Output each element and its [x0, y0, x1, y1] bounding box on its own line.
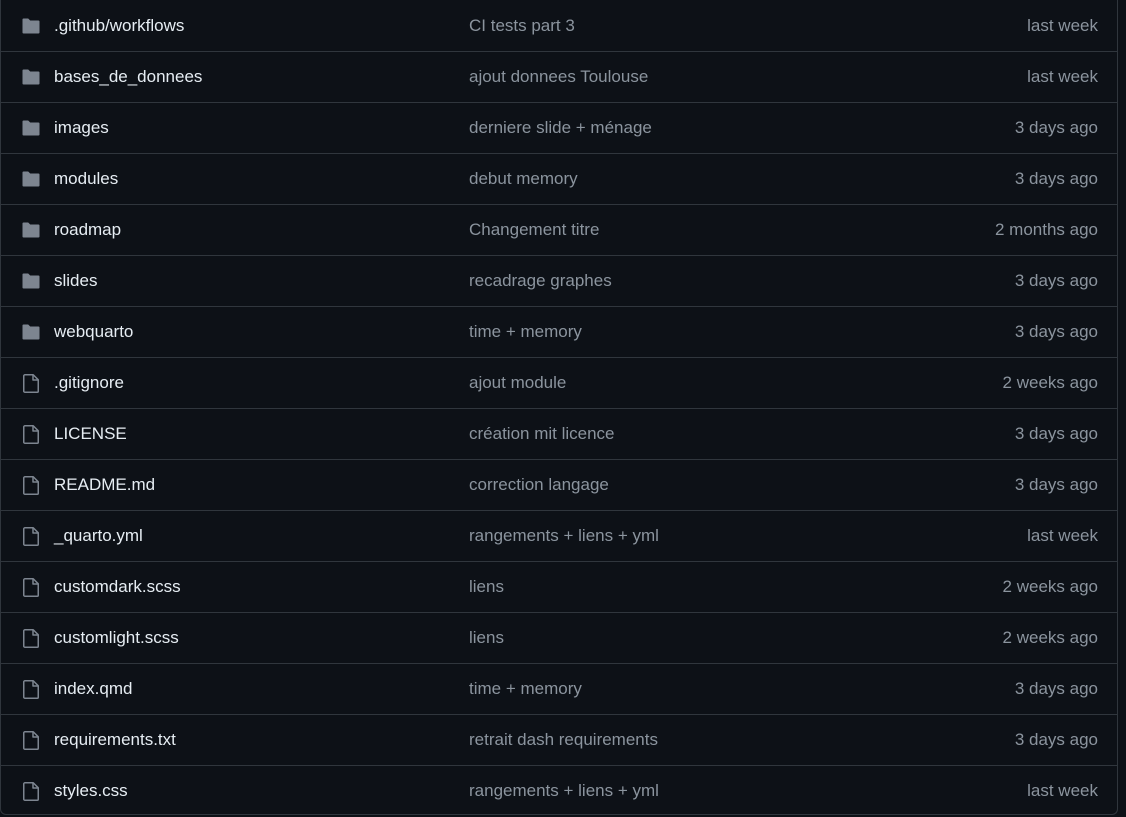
- commit-age: last week: [1027, 781, 1098, 800]
- commit-age: 3 days ago: [1014, 169, 1098, 188]
- table-row[interactable]: _quarto.yml rangements + liens + yml last …: [1, 510, 1117, 561]
- folder-icon: [21, 119, 41, 137]
- folder-icon: [21, 17, 41, 35]
- commit-message-link[interactable]: ajout donnees Toulouse: [469, 67, 648, 87]
- commit-message-link[interactable]: retrait dash requirements: [469, 730, 658, 750]
- file-name-link[interactable]: customlight.scss: [54, 628, 179, 648]
- commit-age: 3 days ago: [1014, 475, 1098, 494]
- file-name-link[interactable]: images: [54, 118, 109, 138]
- file-name-link[interactable]: slides: [54, 271, 97, 291]
- table-row[interactable]: LICENSE création mit licence 3 days ago: [1, 408, 1117, 459]
- commit-age: 2 months ago: [994, 220, 1098, 239]
- file-icon: [21, 526, 41, 546]
- table-row[interactable]: webquarto time + memory 3 days ago: [1, 306, 1117, 357]
- file-name-link[interactable]: _quarto.yml: [54, 526, 143, 546]
- folder-icon: [21, 323, 41, 341]
- commit-message-link[interactable]: création mit licence: [469, 424, 615, 444]
- table-row[interactable]: bases_de_donnees ajout donnees Toulouse la…: [1, 51, 1117, 102]
- commit-message-link[interactable]: derniere slide + ménage: [469, 118, 652, 138]
- commit-age: 2 weeks ago: [1002, 628, 1098, 647]
- file-icon: [21, 628, 41, 648]
- folder-icon: [21, 221, 41, 239]
- file-name-link[interactable]: modules: [54, 169, 118, 189]
- commit-message-link[interactable]: ajout module: [469, 373, 566, 393]
- file-name-link[interactable]: bases_de_donnees: [54, 67, 202, 87]
- table-row[interactable]: requirements.txt retrait dash requirement…: [1, 714, 1117, 765]
- file-name-link[interactable]: styles.css: [54, 781, 128, 801]
- commit-age: last week: [1027, 526, 1098, 545]
- commit-age: last week: [1027, 15, 1098, 35]
- commit-message-link[interactable]: recadrage graphes: [469, 271, 612, 291]
- folder-icon: [21, 68, 41, 86]
- commit-age: 3 days ago: [1014, 118, 1098, 137]
- table-row[interactable]: roadmap Changement titre 2 months ago: [1, 204, 1117, 255]
- commit-age: 2 weeks ago: [1002, 577, 1098, 596]
- commit-age: last week: [1027, 67, 1098, 86]
- file-icon: [21, 424, 41, 444]
- file-name-link[interactable]: roadmap: [54, 220, 121, 240]
- commit-message-link[interactable]: correction langage: [469, 475, 609, 495]
- commit-message-link[interactable]: time + memory: [469, 322, 582, 342]
- file-name-link[interactable]: LICENSE: [54, 424, 127, 444]
- file-name-link[interactable]: .gitignore: [54, 373, 124, 393]
- commit-age: 3 days ago: [1014, 271, 1098, 290]
- commit-message-link[interactable]: rangements + liens + yml: [469, 526, 659, 546]
- commit-message-link[interactable]: liens: [469, 577, 504, 597]
- folder-icon: [21, 272, 41, 290]
- file-icon: [21, 781, 41, 801]
- commit-message-link[interactable]: time + memory: [469, 679, 582, 699]
- commit-message-link[interactable]: debut memory: [469, 169, 578, 189]
- file-icon: [21, 475, 41, 495]
- file-icon: [21, 373, 41, 393]
- commit-age: 3 days ago: [1014, 679, 1098, 698]
- table-row[interactable]: .gitignore ajout module 2 weeks ago: [1, 357, 1117, 408]
- file-icon: [21, 679, 41, 699]
- commit-age: 3 days ago: [1014, 322, 1098, 341]
- file-name-link[interactable]: customdark.scss: [54, 577, 181, 597]
- file-name-link[interactable]: requirements.txt: [54, 730, 176, 750]
- table-row[interactable]: images derniere slide + ménage 3 days ago: [1, 102, 1117, 153]
- commit-message-link[interactable]: CI tests part 3: [469, 16, 575, 36]
- table-row[interactable]: slides recadrage graphes 3 days ago: [1, 255, 1117, 306]
- file-name-link[interactable]: index.qmd: [54, 679, 132, 699]
- table-row[interactable]: .github/workflows CI tests part 3 last wee…: [1, 0, 1117, 51]
- table-row[interactable]: modules debut memory 3 days ago: [1, 153, 1117, 204]
- commit-age: 3 days ago: [1014, 730, 1098, 749]
- commit-message-link[interactable]: Changement titre: [469, 220, 599, 240]
- file-icon: [21, 730, 41, 750]
- file-name-link[interactable]: README.md: [54, 475, 155, 495]
- commit-message-link[interactable]: rangements + liens + yml: [469, 781, 659, 801]
- file-list-table: .github/workflows CI tests part 3 last wee…: [0, 0, 1118, 815]
- table-row[interactable]: styles.css rangements + liens + yml last w…: [1, 765, 1117, 816]
- table-row[interactable]: README.md correction langage 3 days ago: [1, 459, 1117, 510]
- file-name-link[interactable]: .github/workflows: [54, 16, 184, 36]
- table-row[interactable]: customdark.scss liens 2 weeks ago: [1, 561, 1117, 612]
- commit-age: 3 days ago: [1014, 424, 1098, 443]
- folder-icon: [21, 170, 41, 188]
- file-name-link[interactable]: webquarto: [54, 322, 133, 342]
- commit-age: 2 weeks ago: [1002, 373, 1098, 392]
- table-row[interactable]: index.qmd time + memory 3 days ago: [1, 663, 1117, 714]
- table-row[interactable]: customlight.scss liens 2 weeks ago: [1, 612, 1117, 663]
- commit-message-link[interactable]: liens: [469, 628, 504, 648]
- file-icon: [21, 577, 41, 597]
